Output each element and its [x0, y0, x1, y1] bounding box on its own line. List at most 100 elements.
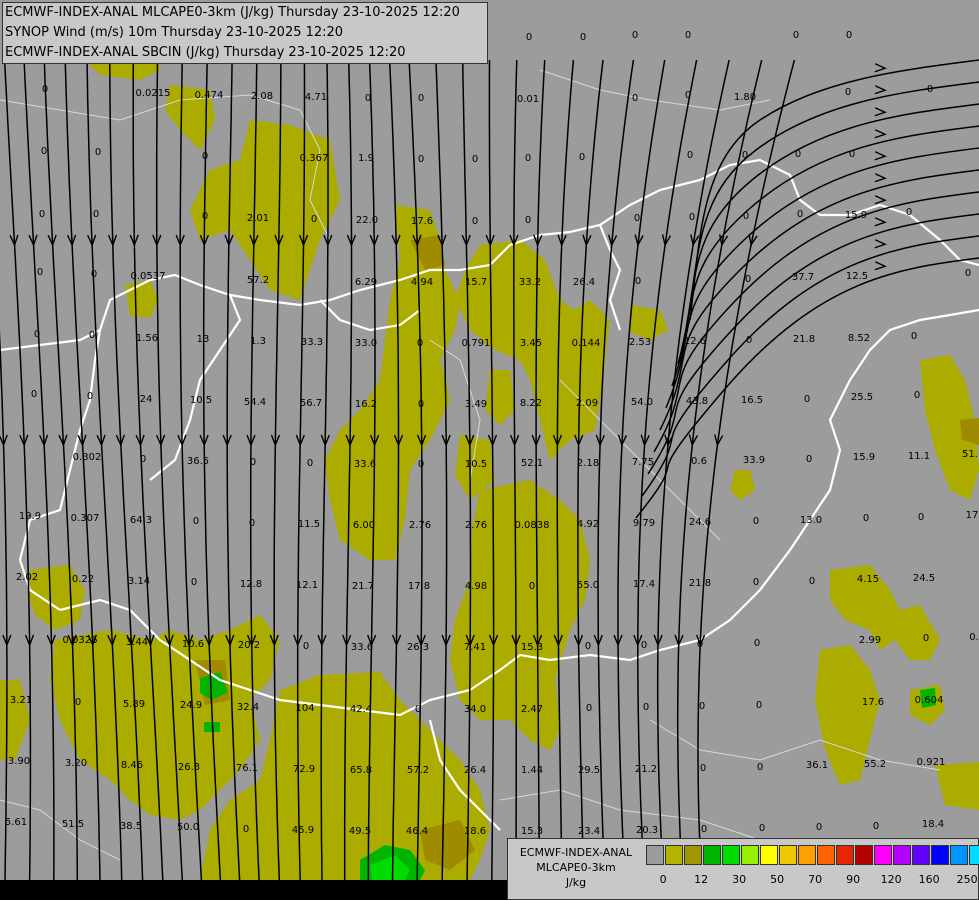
value-label: 0	[42, 84, 48, 95]
value-label: 0	[863, 513, 869, 524]
value-label: 0	[37, 267, 43, 278]
value-label: 33.2	[519, 277, 541, 288]
value-label: 0	[75, 697, 81, 708]
value-label: 104	[295, 703, 314, 714]
region-line	[649, 719, 941, 771]
colorbar-swatch	[950, 845, 968, 865]
value-label: 0	[753, 577, 759, 588]
value-label: 45.9	[292, 825, 314, 836]
value-label: 0.	[969, 632, 979, 643]
value-label: 13.0	[800, 515, 822, 526]
value-label: 72.9	[293, 764, 315, 775]
wind-arrow	[874, 85, 887, 95]
value-label: 0	[307, 458, 313, 469]
value-label: 25.5	[851, 392, 873, 403]
value-label: 2.01	[247, 213, 269, 224]
value-label: 57.2	[407, 765, 429, 776]
value-label: 0	[243, 824, 249, 835]
value-label: 0	[95, 147, 101, 158]
value-label: 0	[303, 641, 309, 652]
value-label: 26.3	[407, 642, 429, 653]
value-label: 0	[845, 87, 851, 98]
colorbar-tick-label: 120	[880, 873, 902, 886]
value-label: 0	[795, 149, 801, 160]
value-label: 11.5	[298, 519, 320, 530]
value-label: 33.9	[743, 455, 765, 466]
value-label: 0	[911, 331, 917, 342]
cape-area	[630, 305, 668, 340]
value-label: 9.79	[633, 518, 655, 529]
value-label: 10.5	[190, 395, 212, 406]
value-label: 2.08	[251, 91, 273, 102]
value-label: 0	[526, 32, 532, 43]
value-label: 0	[746, 335, 752, 346]
value-label: 0.01	[517, 94, 539, 105]
value-label: 0	[927, 84, 933, 95]
value-label: 17.6	[862, 697, 884, 708]
value-label: 33.0	[355, 338, 377, 349]
value-label: 0.307	[71, 513, 100, 524]
colorbar-tick-label: 30	[732, 873, 747, 886]
value-label: 23.4	[578, 826, 600, 837]
colorbar-swatch	[836, 845, 854, 865]
cape-area	[730, 470, 755, 500]
value-label: 18.6	[464, 826, 486, 837]
value-label: 3.14	[128, 576, 150, 587]
value-label: 0	[31, 389, 37, 400]
value-label: 0	[687, 150, 693, 161]
value-label: 0	[700, 763, 706, 774]
value-label: 19.9	[19, 511, 41, 522]
value-label: 0	[89, 330, 95, 341]
value-label: 1.3	[250, 336, 266, 347]
value-label: 0	[91, 269, 97, 280]
value-label: 0	[685, 30, 691, 41]
value-label: 49.5	[349, 826, 371, 837]
value-label: 3.44	[126, 637, 148, 648]
value-label: 0	[754, 638, 760, 649]
value-label: 4.71	[305, 92, 327, 103]
value-label: 6.29	[355, 277, 377, 288]
value-label: 0	[918, 512, 924, 523]
value-label: 7.41	[464, 642, 486, 653]
colorbar-title-line: ECMWF-INDEX-ANAL	[519, 846, 633, 859]
value-label: 2.99	[859, 635, 881, 646]
value-label: 8.22	[520, 398, 542, 409]
value-label: 8.52	[848, 333, 870, 344]
value-label: 0.0326	[63, 635, 98, 646]
value-label: 64.3	[130, 515, 152, 526]
value-label: 0	[202, 211, 208, 222]
colorbar-tick-label: 160	[918, 873, 940, 886]
value-label: 0	[689, 212, 695, 223]
value-label: 0	[580, 32, 586, 43]
value-label: 37.7	[792, 272, 814, 283]
value-label: 55.2	[864, 759, 886, 770]
wind-arrow	[874, 239, 887, 249]
value-label: 1.9	[358, 153, 374, 164]
value-label: 0.367	[300, 153, 329, 164]
value-label: 5.89	[123, 699, 145, 710]
value-label: 0.6	[691, 456, 707, 467]
cape-area	[935, 762, 979, 810]
value-label: 0	[632, 93, 638, 104]
value-label: 0	[250, 457, 256, 468]
value-label: 0	[849, 149, 855, 160]
value-label: 26.4	[464, 765, 486, 776]
value-label: 0	[418, 459, 424, 470]
value-label: 29.5	[578, 765, 600, 776]
colorbar-swatch	[665, 845, 683, 865]
value-label: 0	[643, 702, 649, 713]
value-label: 2.76	[465, 520, 487, 531]
value-label: 33.6	[351, 642, 373, 653]
colorbar-swatch	[703, 845, 721, 865]
colorbar-swatch	[646, 845, 664, 865]
value-label: 0	[417, 338, 423, 349]
value-label: 10.6	[182, 639, 204, 650]
value-label: 0	[743, 211, 749, 222]
value-label: 3.49	[465, 399, 487, 410]
wind-arrow	[874, 261, 887, 271]
value-label: 15.7	[465, 277, 487, 288]
colorbar-tick-label: 50	[770, 873, 785, 886]
value-label: 15.3	[521, 826, 543, 837]
value-label: 13	[197, 334, 210, 345]
value-label: 0	[685, 90, 691, 101]
